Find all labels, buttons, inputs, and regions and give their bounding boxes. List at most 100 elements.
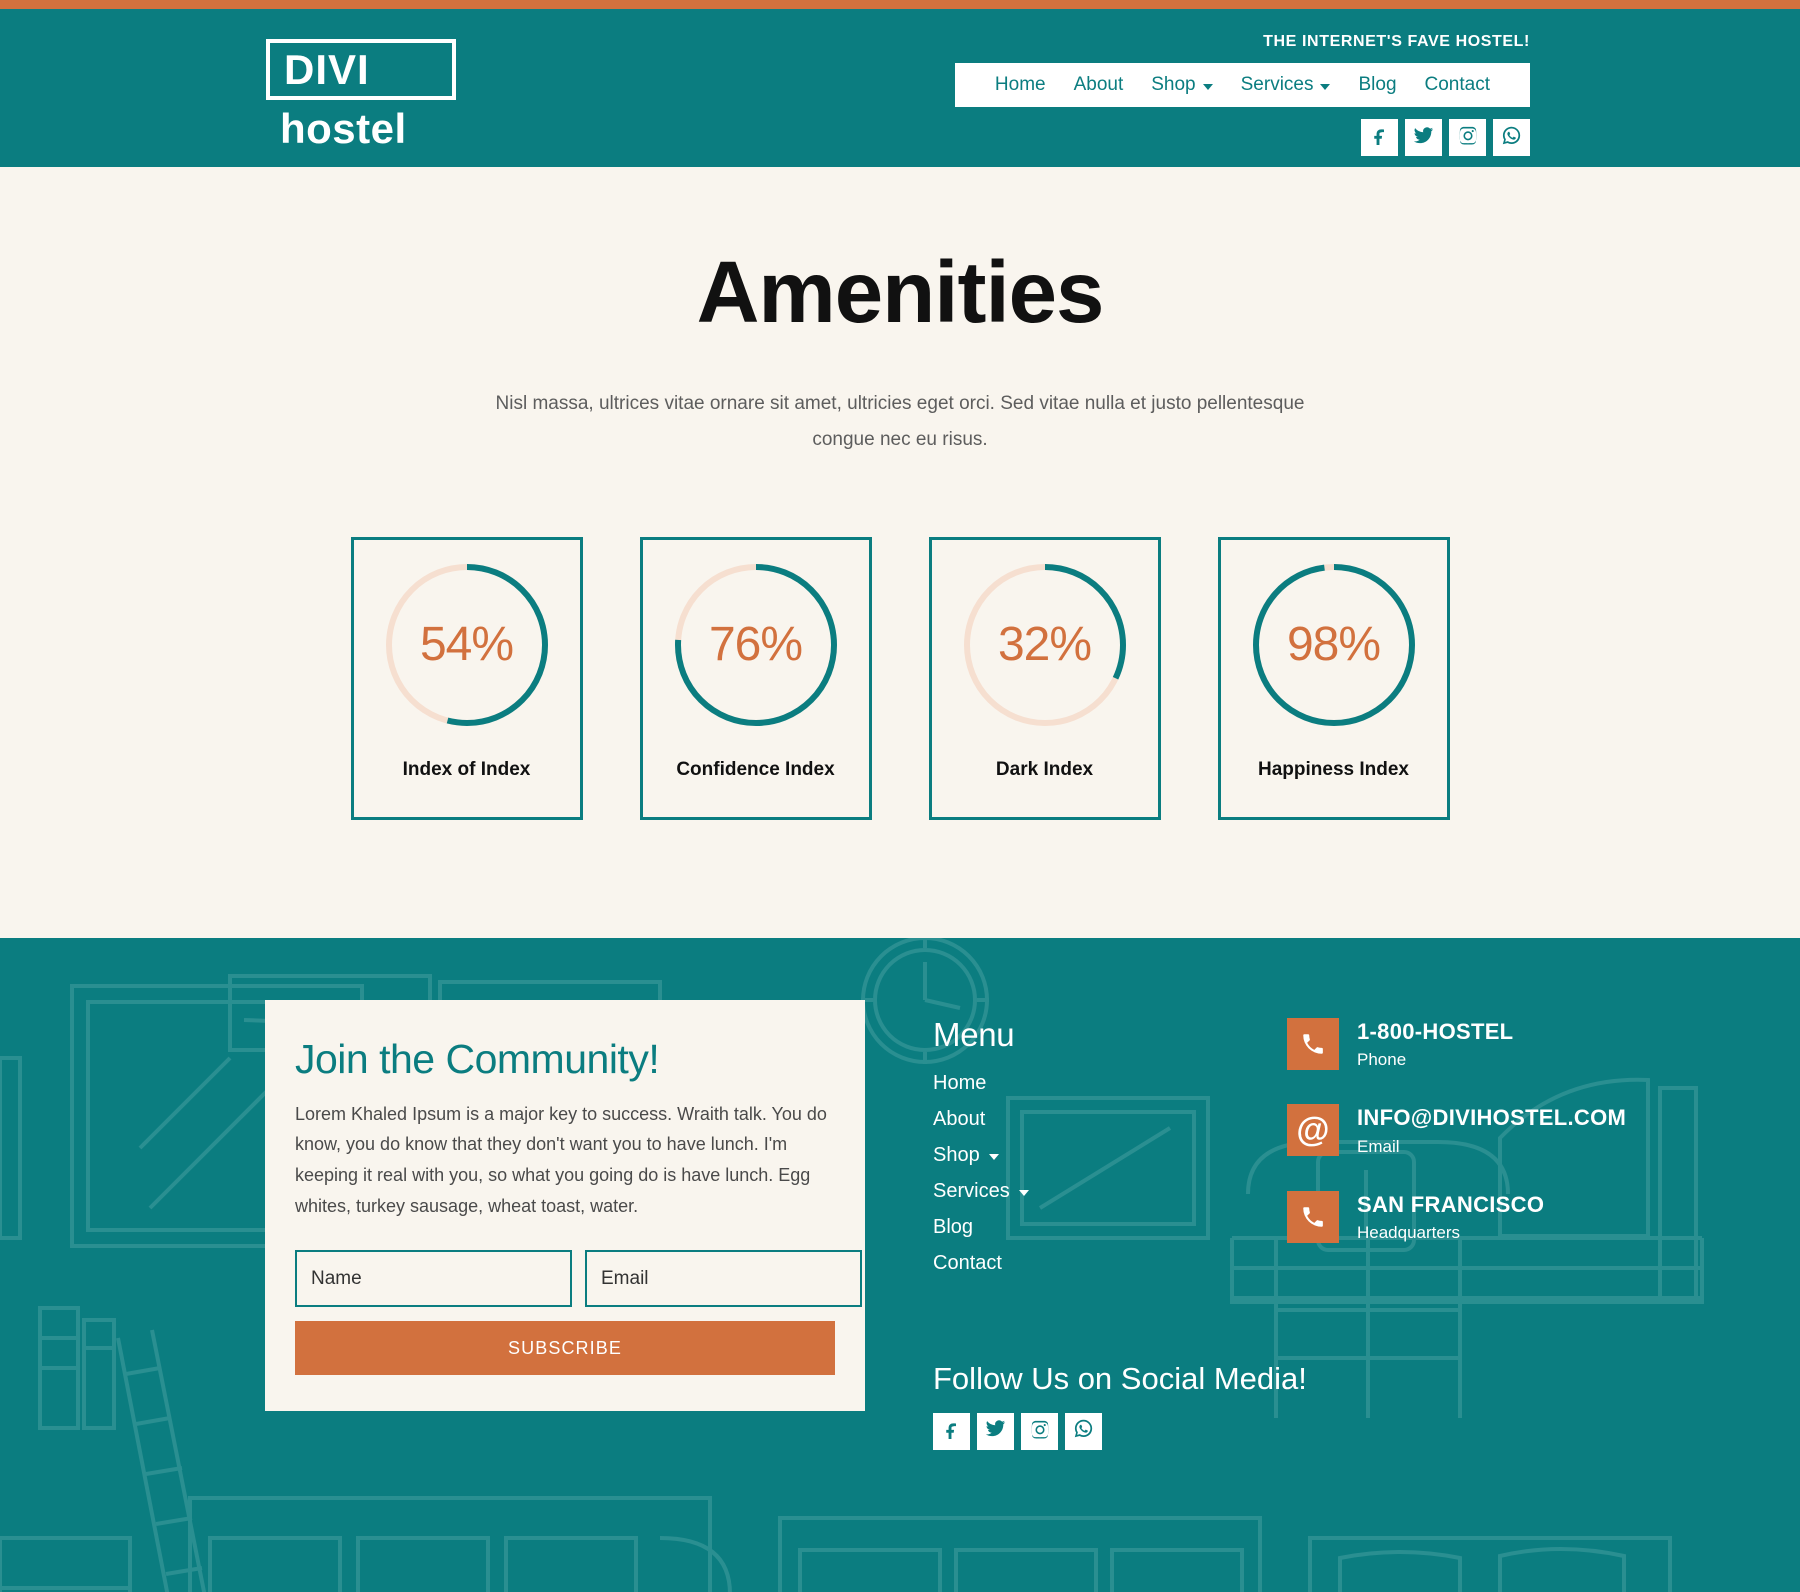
phone-icon	[1287, 1190, 1339, 1243]
contact-text-group: 1-800-HOSTEL Phone	[1357, 1018, 1513, 1071]
whatsapp-icon	[1073, 1418, 1094, 1444]
footer-link-label: About	[933, 1107, 986, 1130]
amenity-card: 98% Happiness Index	[1217, 536, 1450, 820]
facebook-icon	[1370, 125, 1390, 150]
nav-item-about[interactable]: About	[1060, 74, 1138, 96]
twitter-icon	[1413, 125, 1434, 151]
progress-ring-0: 54%	[381, 559, 553, 731]
footer-menu-heading: Menu	[933, 1015, 1015, 1053]
logo-sub-text: hostel	[280, 105, 407, 152]
subscribe-button[interactable]: SUBSCRIBE	[295, 1321, 835, 1376]
nav-label: Blog	[1358, 74, 1397, 95]
header-right-group: THE INTERNET'S FAVE HOSTEL! Home About S…	[954, 33, 1530, 156]
footer-link-contact[interactable]: Contact	[933, 1252, 1223, 1275]
social-link-facebook[interactable]	[1361, 119, 1398, 156]
footer-link-services[interactable]: Services	[933, 1180, 1223, 1203]
contact-row-headquarters[interactable]: SAN FRANCISCO Headquarters	[1287, 1190, 1626, 1244]
footer-link-label: Services	[933, 1179, 1010, 1202]
contact-subtitle: Email	[1357, 1136, 1400, 1156]
nav-item-contact[interactable]: Contact	[1411, 74, 1504, 96]
nav-label: Services	[1240, 74, 1314, 95]
amenity-card: 32% Dark Index	[928, 536, 1161, 820]
nav-label: Contact	[1424, 74, 1490, 95]
site-logo[interactable]: DIVI hostel	[266, 39, 456, 150]
facebook-icon	[942, 1419, 962, 1444]
primary-nav: Home About Shop Services Blog Contact	[954, 63, 1530, 107]
footer-link-label: Contact	[933, 1251, 1002, 1274]
footer-link-shop[interactable]: Shop	[933, 1144, 1223, 1167]
logo-box: DIVI	[266, 39, 456, 100]
amenity-card: 76% Confidence Index	[639, 536, 872, 820]
social-link-whatsapp[interactable]	[1493, 119, 1530, 156]
progress-value: 32%	[997, 618, 1092, 672]
social-link-instagram[interactable]	[1449, 119, 1486, 156]
nav-item-blog[interactable]: Blog	[1344, 74, 1410, 96]
contact-title: INFO@DIVIHOSTEL.COM	[1357, 1105, 1627, 1131]
footer-link-label: Shop	[933, 1143, 980, 1166]
footer-link-label: Home	[933, 1071, 987, 1094]
footer-link-home[interactable]: Home	[933, 1072, 1223, 1095]
amenities-section: Amenities Nisl massa, ultrices vitae orn…	[0, 167, 1800, 938]
contact-row-phone[interactable]: 1-800-HOSTEL Phone	[1287, 1017, 1626, 1071]
social-link-instagram[interactable]	[1021, 1412, 1058, 1450]
chevron-down-icon	[1018, 1189, 1029, 1196]
social-link-facebook[interactable]	[933, 1412, 970, 1450]
page-title: Amenities	[696, 244, 1105, 341]
header-social-links	[1361, 119, 1530, 156]
social-link-twitter[interactable]	[1405, 119, 1442, 156]
social-link-twitter[interactable]	[977, 1412, 1014, 1450]
chevron-down-icon	[1320, 83, 1331, 90]
chevron-down-icon	[1202, 83, 1213, 90]
site-footer: Join the Community! Lorem Khaled Ipsum i…	[0, 937, 1800, 1592]
amenity-label: Dark Index	[995, 758, 1094, 780]
footer-menu-list: Home About Shop Services Blog Contact	[933, 1072, 1223, 1275]
site-header: DIVI hostel THE INTERNET'S FAVE HOSTEL! …	[0, 9, 1800, 167]
newsletter-fields	[295, 1250, 862, 1308]
nav-item-home[interactable]: Home	[981, 74, 1060, 96]
top-accent-bar	[0, 0, 1800, 9]
newsletter-card: Join the Community! Lorem Khaled Ipsum i…	[265, 999, 865, 1412]
email-input[interactable]	[585, 1250, 862, 1308]
nav-item-shop[interactable]: Shop	[1137, 74, 1226, 96]
nav-label: Shop	[1151, 74, 1196, 95]
nav-label: About	[1073, 74, 1124, 95]
newsletter-body: Lorem Khaled Ipsum is a major key to suc…	[295, 1103, 827, 1217]
progress-ring-2: 32%	[959, 559, 1131, 731]
page-subtitle: Nisl massa, ultrices vitae ornare sit am…	[495, 393, 1305, 451]
footer-link-blog[interactable]: Blog	[933, 1216, 1223, 1239]
progress-ring-1: 76%	[670, 559, 842, 731]
phone-icon	[1287, 1017, 1339, 1070]
logo-main-text: DIVI	[284, 45, 370, 93]
footer-contact-column: 1-800-HOSTEL Phone @ INFO@DIVIHOSTEL.COM…	[1287, 1000, 1626, 1278]
contact-title: SAN FRANCISCO	[1357, 1191, 1545, 1217]
contact-subtitle: Phone	[1357, 1050, 1407, 1070]
newsletter-title: Join the Community!	[295, 1035, 660, 1082]
chevron-down-icon	[988, 1153, 999, 1160]
at-glyph: @	[1296, 1111, 1330, 1150]
amenity-label: Happiness Index	[1258, 758, 1409, 780]
follow-heading: Follow Us on Social Media!	[933, 1360, 1307, 1396]
contact-row-email[interactable]: @ INFO@DIVIHOSTEL.COM Email	[1287, 1104, 1626, 1157]
amenity-label: Confidence Index	[676, 758, 835, 780]
footer-menu-column: Menu Home About Shop Services Blog Conta…	[933, 1000, 1307, 1450]
amenity-label: Index of Index	[402, 758, 531, 780]
progress-value: 54%	[419, 618, 514, 672]
header-tagline: THE INTERNET'S FAVE HOSTEL!	[1263, 33, 1530, 50]
instagram-icon	[1458, 125, 1478, 150]
progress-value: 98%	[1286, 618, 1381, 672]
nav-label: Home	[994, 74, 1046, 95]
progress-ring-3: 98%	[1248, 559, 1420, 731]
instagram-icon	[1030, 1419, 1050, 1444]
whatsapp-icon	[1501, 125, 1522, 151]
name-input[interactable]	[295, 1250, 572, 1308]
footer-link-label: Blog	[933, 1215, 974, 1238]
footer-social-links	[933, 1412, 1223, 1450]
social-link-whatsapp[interactable]	[1065, 1412, 1102, 1450]
footer-content: Join the Community! Lorem Khaled Ipsum i…	[265, 938, 1626, 1450]
contact-title: 1-800-HOSTEL	[1357, 1018, 1514, 1044]
progress-value: 76%	[708, 618, 803, 672]
nav-item-services[interactable]: Services	[1227, 74, 1345, 96]
amenity-card: 54% Index of Index	[350, 536, 583, 820]
contact-subtitle: Headquarters	[1357, 1223, 1461, 1243]
footer-link-about[interactable]: About	[933, 1108, 1223, 1131]
